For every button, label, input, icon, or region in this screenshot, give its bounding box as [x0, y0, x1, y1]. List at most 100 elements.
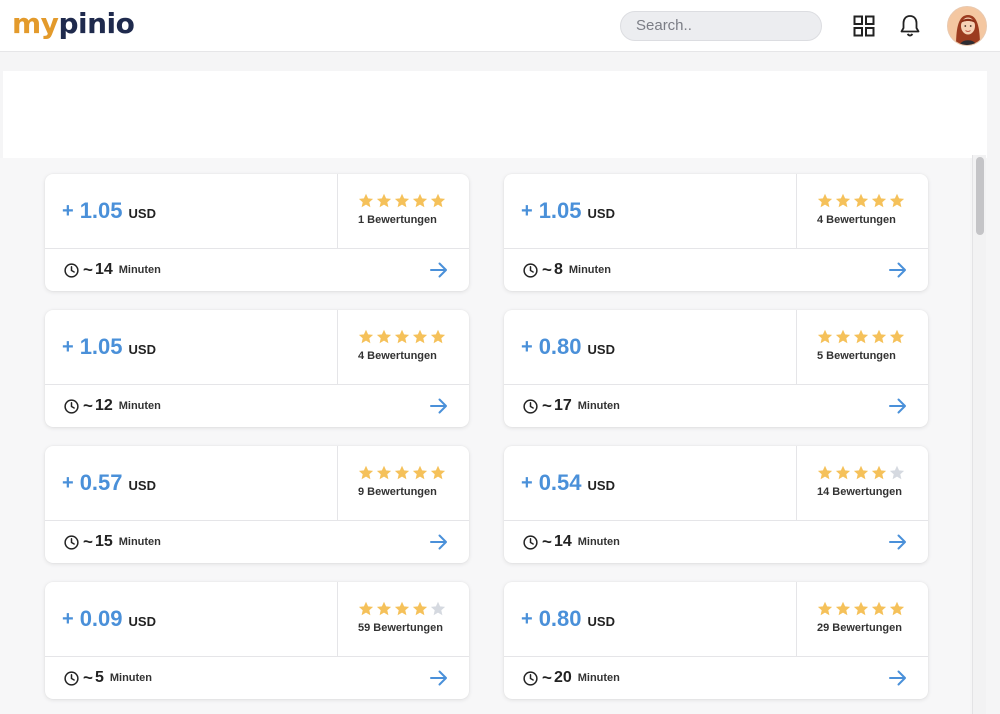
reward-currency: USD — [587, 205, 615, 221]
star-icon — [412, 601, 428, 616]
star-icon — [889, 601, 905, 616]
duration-section: ~8 Minuten — [504, 249, 928, 291]
task-card[interactable]: +0.80 USD 5 Bewertungen ~17 Minuten — [504, 310, 928, 427]
reward-section: +1.05 USD — [45, 174, 338, 248]
user-avatar[interactable] — [947, 6, 987, 46]
duration-value: 12 — [94, 397, 113, 414]
star-icon — [817, 193, 833, 208]
duration-unit: Minuten — [577, 672, 620, 684]
grid-icon[interactable] — [851, 13, 877, 39]
star-icon — [430, 465, 446, 480]
bell-icon[interactable] — [897, 13, 923, 39]
clock-icon — [523, 534, 538, 550]
task-card[interactable]: +1.05 USD 1 Bewertungen ~14 Minuten — [45, 174, 469, 291]
star-icon — [817, 465, 833, 480]
review-count: 59 Bewertungen — [358, 622, 443, 634]
star-icon — [853, 601, 869, 616]
reward-section: +0.54 USD — [504, 446, 797, 520]
duration-section: ~5 Minuten — [45, 657, 469, 699]
duration-unit: Minuten — [109, 672, 153, 684]
star-icon — [889, 329, 905, 344]
star-icon — [376, 193, 392, 208]
star-icon — [853, 329, 869, 344]
arrow-right-icon[interactable] — [429, 397, 449, 415]
duration-value: 14 — [553, 533, 572, 550]
star-rating — [817, 193, 928, 209]
logo-part-pinio: pinio — [58, 7, 135, 40]
top-navigation-bar: mypinio — [0, 0, 1000, 52]
duration-section: ~14 Minuten — [45, 249, 469, 291]
header-panel — [3, 71, 987, 158]
search-input[interactable] — [636, 17, 806, 34]
clock-icon — [523, 262, 538, 278]
review-count: 5 Bewertungen — [817, 350, 896, 362]
reward-plus: + — [62, 471, 74, 494]
review-count: 4 Bewertungen — [358, 350, 437, 362]
duration-section: ~15 Minuten — [45, 521, 469, 563]
reward-amount: 0.09 — [79, 606, 123, 631]
reward-amount: 0.54 — [538, 470, 582, 495]
reward-amount: 0.57 — [79, 470, 123, 495]
arrow-right-icon[interactable] — [888, 669, 908, 687]
arrow-right-icon[interactable] — [888, 533, 908, 551]
arrow-right-icon[interactable] — [888, 397, 908, 415]
reward-currency: USD — [128, 477, 156, 493]
duration-section: ~20 Minuten — [504, 657, 928, 699]
task-card[interactable]: +1.05 USD 4 Bewertungen ~8 Minuten — [504, 174, 928, 291]
star-icon — [853, 465, 869, 480]
approx-symbol: ~ — [83, 260, 93, 279]
reward-currency: USD — [128, 205, 156, 221]
review-count: 9 Bewertungen — [358, 486, 437, 498]
review-count: 14 Bewertungen — [817, 486, 902, 498]
approx-symbol: ~ — [83, 396, 93, 415]
arrow-right-icon[interactable] — [429, 533, 449, 551]
rating-section: 9 Bewertungen — [339, 446, 469, 520]
duration-section: ~12 Minuten — [45, 385, 469, 427]
star-rating — [817, 329, 928, 345]
star-icon — [430, 329, 446, 344]
arrow-right-icon[interactable] — [888, 261, 908, 279]
star-rating — [358, 329, 469, 345]
task-card[interactable]: +0.57 USD 9 Bewertungen ~15 Minuten — [45, 446, 469, 563]
task-card[interactable]: +1.05 USD 4 Bewertungen ~12 Minuten — [45, 310, 469, 427]
reward-plus: + — [521, 335, 533, 358]
review-count: 29 Bewertungen — [817, 622, 902, 634]
approx-symbol: ~ — [542, 668, 552, 687]
reward-plus: + — [521, 199, 533, 222]
arrow-right-icon[interactable] — [429, 261, 449, 279]
reward-plus: + — [521, 607, 533, 630]
search-box[interactable] — [620, 11, 822, 41]
star-rating — [358, 465, 469, 481]
approx-symbol: ~ — [542, 396, 552, 415]
task-card[interactable]: +0.80 USD 29 Bewertungen ~20 Minuten — [504, 582, 928, 699]
star-icon — [376, 601, 392, 616]
star-icon — [358, 601, 374, 616]
scrollbar-thumb[interactable] — [976, 157, 984, 235]
star-icon — [394, 193, 410, 208]
approx-symbol: ~ — [542, 260, 552, 279]
star-icon — [871, 601, 887, 616]
reward-section: +0.09 USD — [45, 582, 338, 656]
star-rating — [358, 601, 469, 617]
reward-amount: 1.05 — [538, 198, 582, 223]
reward-currency: USD — [587, 477, 615, 493]
duration-section: ~14 Minuten — [504, 521, 928, 563]
approx-symbol: ~ — [542, 532, 552, 551]
review-count: 4 Bewertungen — [817, 214, 896, 226]
reward-amount: 1.05 — [79, 334, 123, 359]
star-icon — [835, 193, 851, 208]
star-icon — [817, 329, 833, 344]
duration-unit: Minuten — [118, 400, 161, 412]
mypinio-logo[interactable]: mypinio — [12, 4, 135, 44]
star-icon — [430, 193, 446, 208]
task-card[interactable]: +0.54 USD 14 Bewertungen ~14 Minuten — [504, 446, 928, 563]
duration-value: 20 — [553, 669, 572, 686]
arrow-right-icon[interactable] — [429, 669, 449, 687]
scrollbar[interactable] — [972, 155, 986, 714]
star-icon — [394, 465, 410, 480]
rating-section: 5 Bewertungen — [798, 310, 928, 384]
task-card[interactable]: +0.09 USD 59 Bewertungen ~5 Minuten — [45, 582, 469, 699]
duration-value: 8 — [553, 261, 563, 278]
star-icon — [835, 601, 851, 616]
star-icon — [871, 329, 887, 344]
